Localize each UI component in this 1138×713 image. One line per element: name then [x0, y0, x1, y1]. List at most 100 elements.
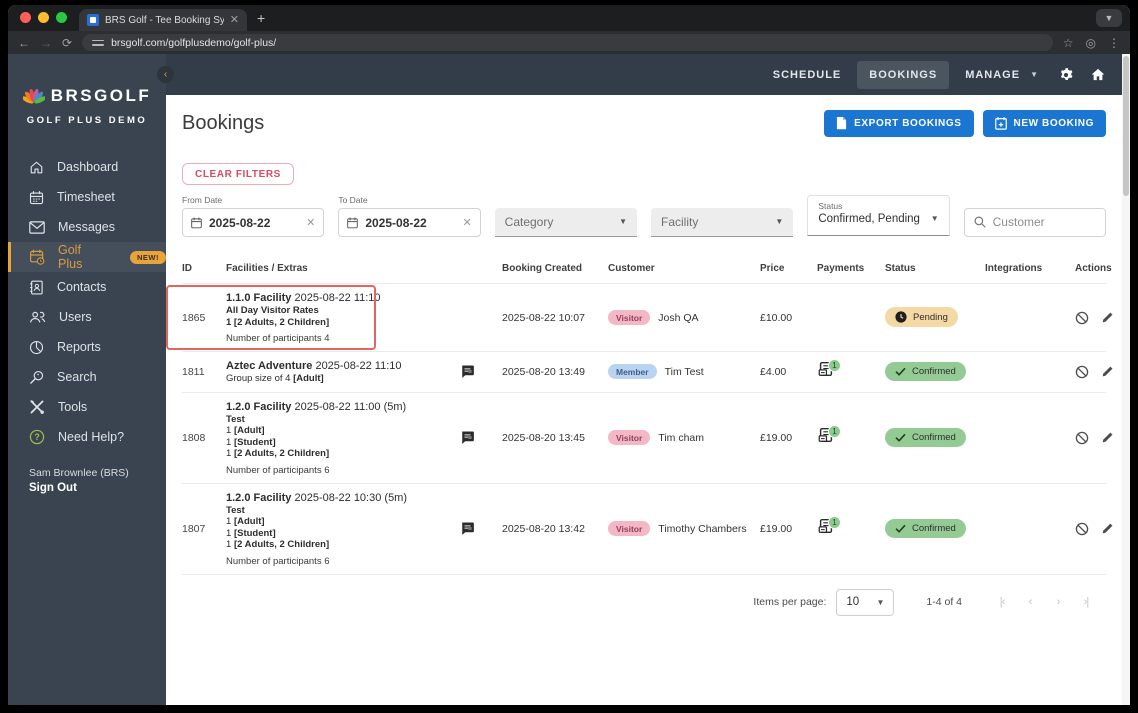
sidebar-item-search[interactable]: Search: [8, 362, 166, 392]
window-controls[interactable]: [8, 12, 79, 31]
status-badge: Pending: [885, 307, 958, 327]
url-bar[interactable]: brsgolf.com/golfplusdemo/golf-plus/: [82, 34, 1053, 51]
close-window-icon[interactable]: [20, 12, 31, 23]
settings-gear-icon[interactable]: [1058, 67, 1074, 83]
customer-type-badge: Member: [608, 364, 657, 380]
sidebar-item-messages[interactable]: Messages: [8, 212, 166, 242]
clear-to-date-icon[interactable]: ✕: [462, 216, 471, 229]
clear-filters-button[interactable]: CLEAR FILTERS: [182, 163, 294, 185]
profile-icon[interactable]: ◎: [1086, 37, 1096, 49]
minimize-window-icon[interactable]: [38, 12, 49, 23]
category-select[interactable]: Category ▼: [494, 207, 637, 237]
sidebar-item-label: Contacts: [57, 280, 107, 294]
sidebar-item-contacts[interactable]: Contacts: [8, 272, 166, 302]
tab-schedule[interactable]: SCHEDULE: [761, 61, 854, 89]
sidebar-item-tools[interactable]: Tools: [8, 392, 166, 422]
customer-search-input[interactable]: Customer: [963, 207, 1106, 237]
edit-booking-icon[interactable]: [1101, 311, 1114, 325]
payment-terminal-icon[interactable]: 1: [817, 425, 841, 448]
status-badge: Confirmed: [885, 428, 966, 447]
scrollbar-thumb[interactable]: [1123, 56, 1129, 196]
previous-page-icon[interactable]: ‹: [1016, 596, 1044, 608]
sidebar-item-label: Tools: [58, 400, 88, 414]
help-circle-icon: ?: [29, 429, 45, 445]
booking-created: 2025-08-22 10:07: [502, 311, 585, 324]
customer-cell: Visitor Timothy Chambers: [608, 521, 760, 536]
clock-icon: [895, 311, 907, 323]
envelope-icon: [29, 220, 45, 234]
calendar-icon: [29, 190, 44, 205]
facilities-cell: 1.1.0 Facility 2025-08-22 11:10 All Day …: [226, 291, 460, 344]
customer-cell: Visitor Tim cham: [608, 430, 760, 445]
table-header: ID Facilities / Extras Booking Created C…: [182, 263, 1112, 283]
home-icon: [29, 160, 44, 175]
payment-terminal-icon[interactable]: 1: [817, 516, 841, 539]
status-select[interactable]: Status Confirmed, Pending ▼: [807, 195, 950, 236]
cancel-booking-icon[interactable]: [1075, 311, 1089, 325]
next-page-icon[interactable]: ›: [1044, 596, 1072, 608]
pagination: Items per page: 10 ▼ 1-4 of 4 |‹ ‹ › ›|: [182, 588, 1106, 616]
payments-cell: 1: [817, 425, 885, 449]
customer-cell: Visitor Josh QA: [608, 310, 760, 325]
sidebar-collapse-button[interactable]: ‹: [157, 66, 174, 83]
facility-select[interactable]: Facility ▼: [650, 207, 794, 237]
cancel-booking-icon[interactable]: [1075, 365, 1089, 379]
col-status: Status: [885, 263, 916, 274]
address-book-icon: [29, 280, 44, 295]
calendar-plus-icon: [994, 117, 1007, 130]
actions-cell: [1075, 431, 1128, 445]
home-icon[interactable]: [1090, 67, 1106, 82]
to-date-filter: To Date 2025-08-22 ✕: [338, 195, 481, 237]
cancel-booking-icon[interactable]: [1075, 522, 1089, 536]
bookmark-star-icon[interactable]: ☆: [1063, 37, 1074, 49]
reload-icon[interactable]: ⟳: [62, 37, 72, 49]
pie-chart-icon: [29, 340, 44, 355]
booking-note-icon[interactable]: [460, 521, 502, 536]
new-tab-button[interactable]: +: [257, 10, 265, 26]
tab-manage[interactable]: MANAGE: [953, 61, 1032, 89]
last-page-icon[interactable]: ›|: [1072, 596, 1100, 608]
customer-type-badge: Visitor: [608, 430, 651, 445]
first-page-icon[interactable]: |‹: [988, 596, 1016, 608]
sign-out-link[interactable]: Sign Out: [29, 482, 129, 494]
maximize-window-icon[interactable]: [56, 12, 67, 23]
from-date-input[interactable]: 2025-08-22 ✕: [182, 208, 325, 237]
new-booking-button[interactable]: NEW BOOKING: [982, 110, 1106, 137]
facilities-cell: 1.2.0 Facility 2025-08-22 11:00 (5m) Tes…: [226, 400, 460, 476]
edit-booking-icon[interactable]: [1101, 522, 1114, 536]
payment-terminal-icon[interactable]: 1: [817, 359, 841, 382]
back-icon[interactable]: ←: [18, 37, 30, 49]
sidebar-item-need-help[interactable]: ? Need Help?: [8, 422, 166, 452]
tab-search-chevron-icon[interactable]: ▼: [1096, 9, 1122, 27]
sidebar-item-timesheet[interactable]: Timesheet: [8, 182, 166, 212]
app-topbar: SCHEDULE BOOKINGS MANAGE ▼: [166, 54, 1122, 95]
site-settings-icon[interactable]: [92, 38, 105, 48]
tab-close-icon[interactable]: ✕: [230, 14, 239, 26]
table-row: 1807 1.2.0 Facility 2025-08-22 10:30 (5m…: [182, 482, 1113, 575]
booking-note-icon[interactable]: [460, 430, 502, 445]
sidebar-item-dashboard[interactable]: Dashboard: [8, 152, 166, 182]
customer-name: Timothy Chambers: [658, 522, 747, 535]
status-cell: Confirmed: [885, 362, 985, 382]
booking-note-icon[interactable]: [460, 364, 502, 379]
edit-booking-icon[interactable]: [1101, 365, 1114, 379]
page-scrollbar[interactable]: [1122, 54, 1130, 705]
search-icon: [974, 216, 986, 228]
clear-from-date-icon[interactable]: ✕: [306, 216, 315, 229]
participants-count: Number of participants 6: [226, 555, 330, 567]
filters-row: From Date 2025-08-22 ✕ To Date 2025-08-2…: [182, 195, 1106, 237]
browser-menu-icon[interactable]: ⋮: [1108, 37, 1120, 49]
tab-bookings[interactable]: BOOKINGS: [857, 60, 950, 89]
browser-tab[interactable]: BRS Golf - Tee Booking Syste ✕: [79, 9, 247, 31]
items-per-page-select[interactable]: 10 ▼: [836, 588, 895, 616]
forward-icon[interactable]: →: [40, 37, 52, 49]
cancel-booking-icon[interactable]: [1075, 431, 1089, 445]
sidebar-item-reports[interactable]: Reports: [8, 332, 166, 362]
export-bookings-button[interactable]: EXPORT BOOKINGS: [824, 110, 974, 137]
sidebar-item-users[interactable]: Users: [8, 302, 166, 332]
to-date-input[interactable]: 2025-08-22 ✕: [338, 208, 481, 237]
payments-count-badge: 1: [828, 425, 841, 438]
edit-booking-icon[interactable]: [1101, 431, 1114, 445]
col-booking-created: Booking Created: [502, 263, 583, 274]
sidebar-item-golf-plus[interactable]: Golf Plus NEW!: [8, 242, 166, 272]
